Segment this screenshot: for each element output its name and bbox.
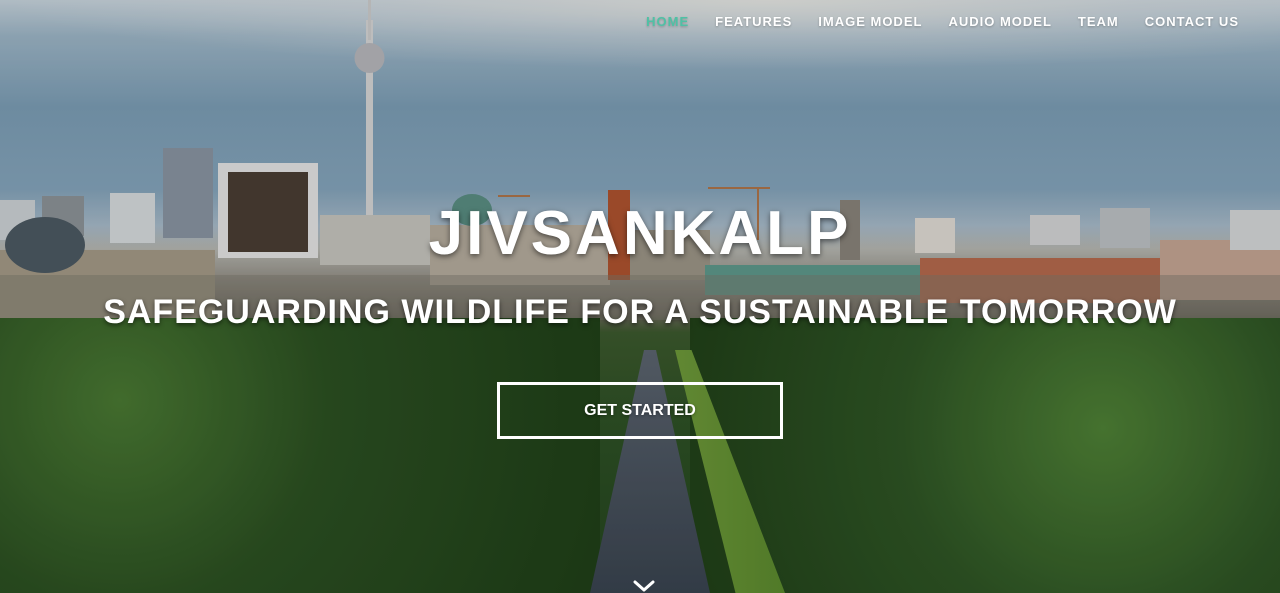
nav-item-team[interactable]: TEAM	[1052, 14, 1119, 30]
nav-item-features[interactable]: FEATURES	[689, 14, 792, 30]
hero-section: HOME FEATURES IMAGE MODEL AUDIO MODEL TE…	[0, 0, 1280, 593]
main-nav: HOME FEATURES IMAGE MODEL AUDIO MODEL TE…	[620, 14, 1239, 30]
nav-item-contact-us[interactable]: CONTACT US	[1119, 14, 1239, 30]
get-started-button[interactable]: GET STARTED	[497, 382, 783, 439]
nav-item-home[interactable]: HOME	[620, 14, 689, 30]
chevron-down-icon[interactable]	[632, 578, 656, 593]
hero-subtitle: SAFEGUARDING WILDLIFE FOR A SUSTAINABLE …	[103, 293, 1177, 331]
hero-title: JIVSANKALP	[428, 199, 852, 268]
nav-item-audio-model[interactable]: AUDIO MODEL	[922, 14, 1051, 30]
nav-item-image-model[interactable]: IMAGE MODEL	[792, 14, 922, 30]
